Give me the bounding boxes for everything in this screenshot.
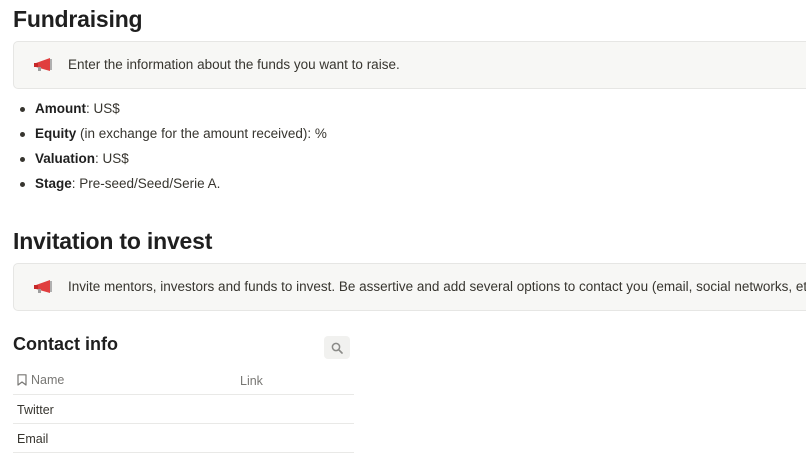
list-item: Amount: US$ <box>13 99 327 124</box>
list-item-value: : US$ <box>86 101 120 116</box>
invitation-heading: Invitation to invest <box>13 228 213 254</box>
fundraising-callout-text: Enter the information about the funds yo… <box>68 57 400 72</box>
contact-info-title: Contact info <box>13 334 118 354</box>
search-icon <box>331 342 343 354</box>
column-header-name[interactable]: Name <box>17 373 64 387</box>
list-item-value: : Pre-seed/Seed/Serie A. <box>71 176 221 191</box>
table-cell-name[interactable]: Twitter <box>17 403 54 417</box>
table-row[interactable]: Email <box>13 424 354 453</box>
list-item-label: Amount <box>35 101 86 116</box>
search-button[interactable] <box>324 336 350 359</box>
list-item: Valuation: US$ <box>13 149 327 174</box>
table-row[interactable]: Twitter <box>13 395 354 424</box>
list-item-value: : US$ <box>95 151 129 166</box>
megaphone-icon <box>34 279 54 295</box>
list-item-label: Valuation <box>35 151 96 166</box>
invitation-callout-text: Invite mentors, investors and funds to i… <box>68 279 806 294</box>
list-item: Equity (in exchange for the amount recei… <box>13 124 327 149</box>
invitation-callout: Invite mentors, investors and funds to i… <box>13 263 806 311</box>
megaphone-icon <box>34 57 54 73</box>
column-header-name-label: Name <box>31 373 65 387</box>
list-item-label: Equity <box>35 126 77 141</box>
list-item: Stage: Pre-seed/Seed/Serie A. <box>13 174 327 199</box>
table-header: Name Link <box>13 366 354 395</box>
column-header-link[interactable]: Link <box>240 374 263 388</box>
bookmark-icon <box>17 374 27 386</box>
list-item-label: Stage <box>35 176 72 191</box>
list-item-value: (in exchange for the amount received): % <box>76 126 327 141</box>
table-cell-name[interactable]: Email <box>17 432 48 446</box>
fundraising-heading: Fundraising <box>13 6 143 32</box>
fundraising-callout: Enter the information about the funds yo… <box>13 41 806 89</box>
fundraising-list: Amount: US$ Equity (in exchange for the … <box>13 99 327 199</box>
contact-table: Name Link Twitter Email <box>13 366 354 453</box>
